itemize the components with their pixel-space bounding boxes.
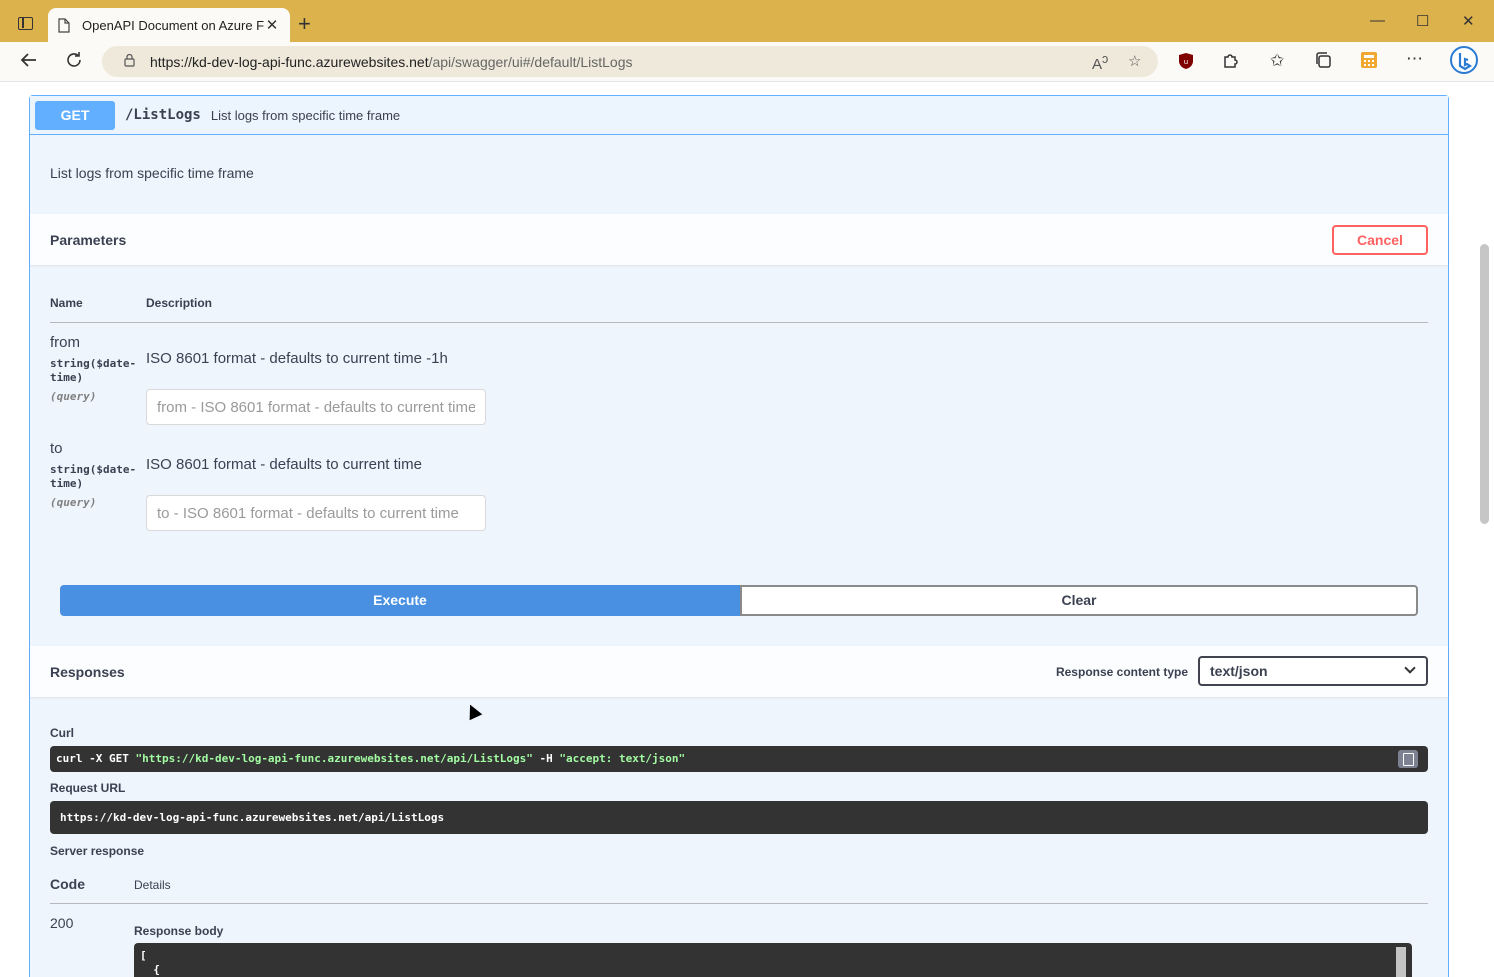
server-response-label: Server response [50, 844, 145, 858]
clear-button[interactable]: Clear [740, 585, 1418, 616]
param-col-name: Name [50, 296, 83, 310]
operation-summary-text: List logs from specific time frame [210, 107, 401, 123]
page-scrollbar-thumb[interactable] [1480, 244, 1489, 524]
address-bar[interactable]: https://kd-dev-log-api-func.azurewebsite… [102, 46, 1158, 77]
method-badge: GET [35, 100, 115, 130]
close-window-button[interactable]: ✕ [1462, 12, 1475, 30]
add-favorite-icon[interactable]: ☆ [1128, 52, 1141, 70]
tab-title: OpenAPI Document on Azure Fu [82, 17, 264, 33]
cancel-button[interactable]: Cancel [1332, 224, 1428, 255]
response-body-text: [ { [140, 949, 160, 976]
param-type-to: string($date-time) [50, 463, 137, 490]
calculator-extension-icon[interactable] [1360, 51, 1378, 74]
browser-toolbar: https://kd-dev-log-api-func.azurewebsite… [0, 42, 1494, 82]
more-options-icon[interactable]: ⋯ [1406, 49, 1423, 69]
operation-path: /ListLogs [125, 107, 201, 123]
response-content-type-value: text/json [1210, 663, 1268, 679]
parameters-header: Parameters Cancel [30, 214, 1448, 265]
param-name-to: to [50, 440, 63, 457]
minimize-button[interactable]: — [1370, 12, 1385, 29]
copy-icon[interactable] [1398, 750, 1418, 768]
param-name-from: from [50, 334, 80, 351]
to-input[interactable] [146, 495, 486, 531]
url-host: https://kd-dev-log-api-func.azurewebsite… [150, 53, 429, 70]
curl-header: "accept: text/json" [559, 752, 686, 765]
refresh-icon[interactable] [65, 51, 83, 74]
request-url: https://kd-dev-log-api-func.azurewebsite… [50, 801, 1428, 834]
ublock-extension-icon[interactable]: u [1178, 52, 1194, 75]
curl-url: "https://kd-dev-log-api-func.azurewebsit… [135, 752, 533, 765]
param-desc-from: ISO 8601 format - defaults to current ti… [146, 350, 448, 367]
lock-icon [124, 54, 135, 67]
param-col-description: Description [146, 296, 213, 310]
browser-titlebar: OpenAPI Document on Azure Fu ✕ + — ☐ ✕ [0, 0, 1494, 42]
response-body-label: Response body [134, 924, 224, 938]
chevron-down-icon [1404, 662, 1416, 674]
back-arrow-icon[interactable] [20, 51, 38, 74]
new-tab-button[interactable]: + [298, 13, 311, 35]
response-body: [ { [134, 943, 1412, 977]
svg-text:u: u [1184, 58, 1188, 66]
operation-block: GET /ListLogs List logs from specific ti… [29, 95, 1449, 977]
maximize-button[interactable]: ☐ [1416, 12, 1429, 30]
param-in-to: (query) [50, 496, 97, 509]
responses-header: Responses Response content type text/jso… [30, 646, 1448, 697]
responses-title: Responses [50, 663, 125, 680]
param-desc-to: ISO 8601 format - defaults to current ti… [146, 456, 422, 473]
param-type-from: string($date-time) [50, 357, 137, 384]
from-input[interactable] [146, 389, 486, 425]
curl-command: curl -X GET "https://kd-dev-log-api-func… [50, 746, 1428, 772]
favorites-icon[interactable]: ✩ [1270, 51, 1284, 71]
operation-summary[interactable]: GET /ListLogs List logs from specific ti… [30, 96, 1448, 135]
response-code: 200 [50, 915, 74, 931]
browser-tab[interactable]: OpenAPI Document on Azure Fu ✕ [48, 8, 290, 42]
response-content-type-label: Response content type [1055, 665, 1188, 679]
execute-button[interactable]: Execute [60, 585, 740, 616]
curl-h-flag: -H [532, 752, 560, 765]
tab-actions-icon[interactable] [18, 17, 33, 30]
details-col-header: Details [134, 878, 171, 892]
response-divider [50, 903, 1428, 904]
param-in-from: (query) [50, 390, 97, 403]
url-path: /api/swagger/ui#/default/ListLogs [428, 53, 633, 70]
request-url-label: Request URL [50, 781, 126, 795]
code-col-header: Code [50, 876, 85, 892]
collections-icon[interactable] [1314, 51, 1332, 74]
bing-chat-icon[interactable] [1450, 46, 1478, 79]
page-scrollbar[interactable] [1476, 82, 1492, 977]
curl-cmd: curl -X GET [56, 752, 136, 765]
curl-label: Curl [50, 726, 74, 740]
read-aloud-icon[interactable]: Aↄ [1092, 52, 1108, 73]
response-body-scrollbar[interactable] [1396, 947, 1406, 977]
tab-close-icon[interactable]: ✕ [264, 16, 280, 34]
operation-description: List logs from specific time frame [50, 165, 254, 181]
page-icon [58, 17, 70, 33]
extensions-puzzle-icon[interactable] [1222, 51, 1240, 74]
page-content: GET /ListLogs List logs from specific ti… [0, 82, 1494, 977]
param-divider [50, 322, 1428, 323]
parameters-title: Parameters [50, 231, 127, 248]
response-content-type-select[interactable]: text/json [1198, 656, 1428, 686]
